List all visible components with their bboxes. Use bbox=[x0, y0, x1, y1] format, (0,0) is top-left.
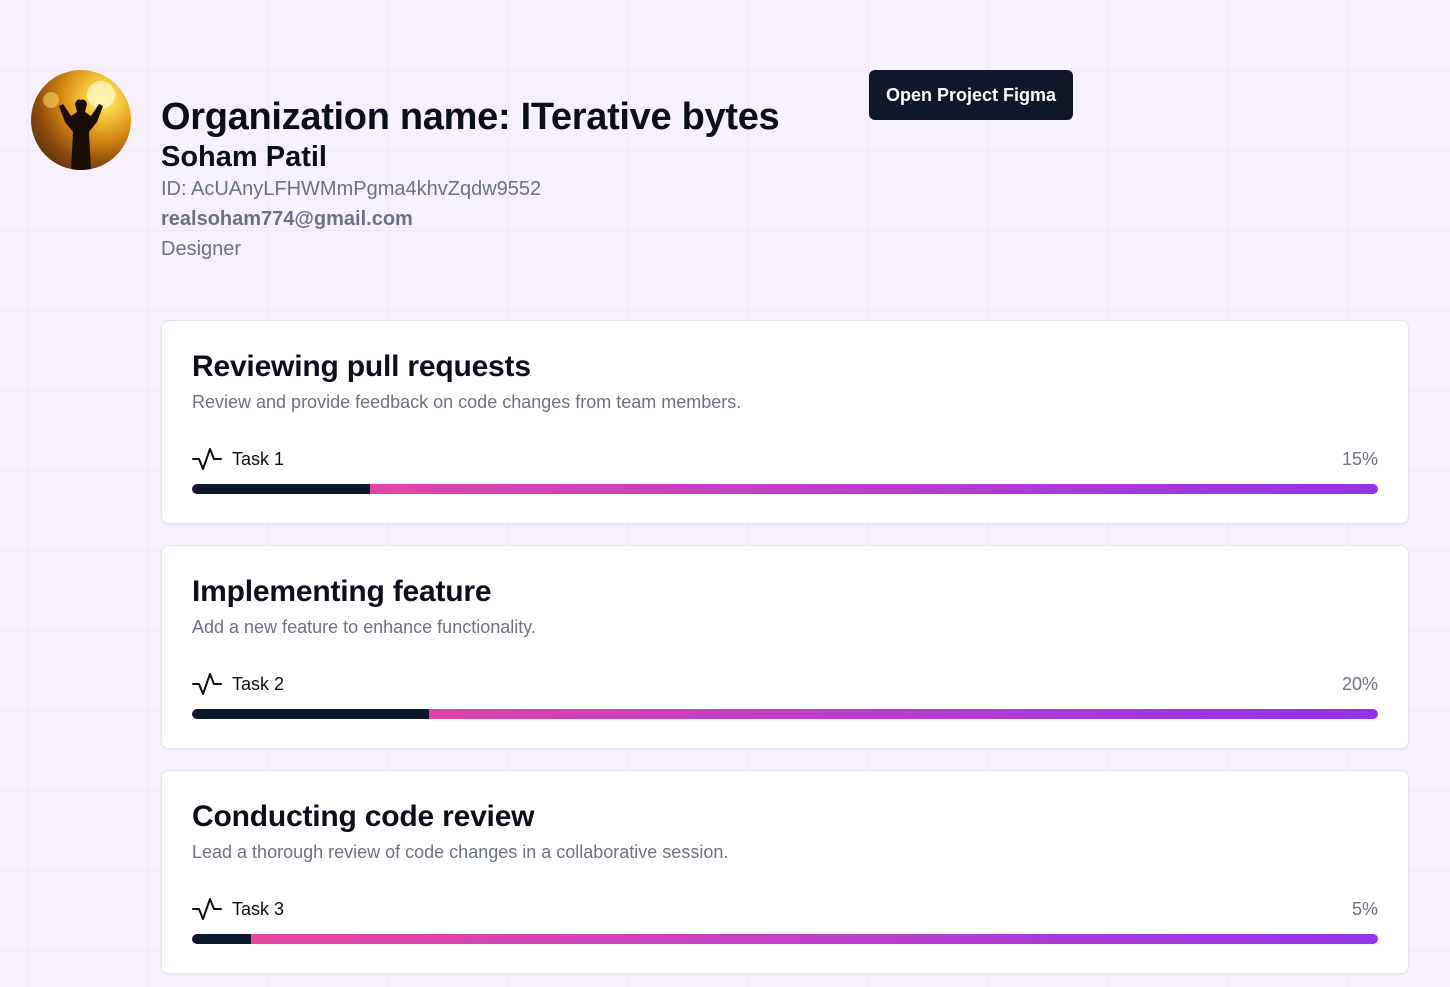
open-project-figma-button[interactable]: Open Project Figma bbox=[869, 70, 1073, 120]
task-title: Implementing feature bbox=[192, 575, 492, 608]
task-percent: 20% bbox=[1341, 673, 1378, 694]
task-label: Task 2 bbox=[232, 673, 285, 694]
organization-title: Organization name: ITerative bytes bbox=[161, 96, 780, 138]
activity-pulse-icon bbox=[192, 673, 222, 695]
task-label: Task 3 bbox=[232, 898, 285, 919]
task-percent: 15% bbox=[1341, 448, 1378, 469]
user-name: Soham Patil bbox=[161, 141, 327, 173]
task-progress-header: Task 1 15% bbox=[192, 445, 1378, 473]
progress-bar bbox=[192, 484, 1378, 494]
avatar-image bbox=[43, 81, 115, 170]
task-card: Implementing feature Add a new feature t… bbox=[161, 545, 1409, 749]
progress-bar bbox=[192, 934, 1378, 944]
task-title: Reviewing pull requests bbox=[192, 350, 531, 383]
user-email: realsoham774@gmail.com bbox=[161, 208, 413, 230]
profile-header: Organization name: ITerative bytes Soham… bbox=[161, 94, 780, 264]
user-id: ID: AcUAnyLFHWMmPgma4khvZqdw9552 bbox=[161, 178, 542, 200]
progress-fill bbox=[192, 934, 252, 944]
activity-pulse-icon bbox=[192, 448, 222, 470]
task-progress-header: Task 3 5% bbox=[192, 895, 1378, 923]
task-title: Conducting code review bbox=[192, 800, 535, 833]
task-card: Reviewing pull requests Review and provi… bbox=[161, 320, 1409, 524]
user-role: Designer bbox=[161, 238, 242, 260]
avatar bbox=[31, 70, 131, 170]
task-description: Review and provide feedback on code chan… bbox=[192, 392, 742, 412]
task-label: Task 1 bbox=[232, 448, 285, 469]
task-list: Reviewing pull requests Review and provi… bbox=[161, 320, 1409, 987]
progress-fill bbox=[192, 484, 370, 494]
task-percent: 5% bbox=[1351, 898, 1378, 919]
progress-bar bbox=[192, 709, 1378, 719]
task-card: Conducting code review Lead a thorough r… bbox=[161, 770, 1409, 974]
activity-pulse-icon bbox=[192, 898, 222, 920]
task-description: Add a new feature to enhance functionali… bbox=[192, 617, 536, 637]
progress-fill bbox=[192, 709, 430, 719]
task-progress-header: Task 2 20% bbox=[192, 670, 1378, 698]
task-description: Lead a thorough review of code changes i… bbox=[192, 842, 729, 862]
